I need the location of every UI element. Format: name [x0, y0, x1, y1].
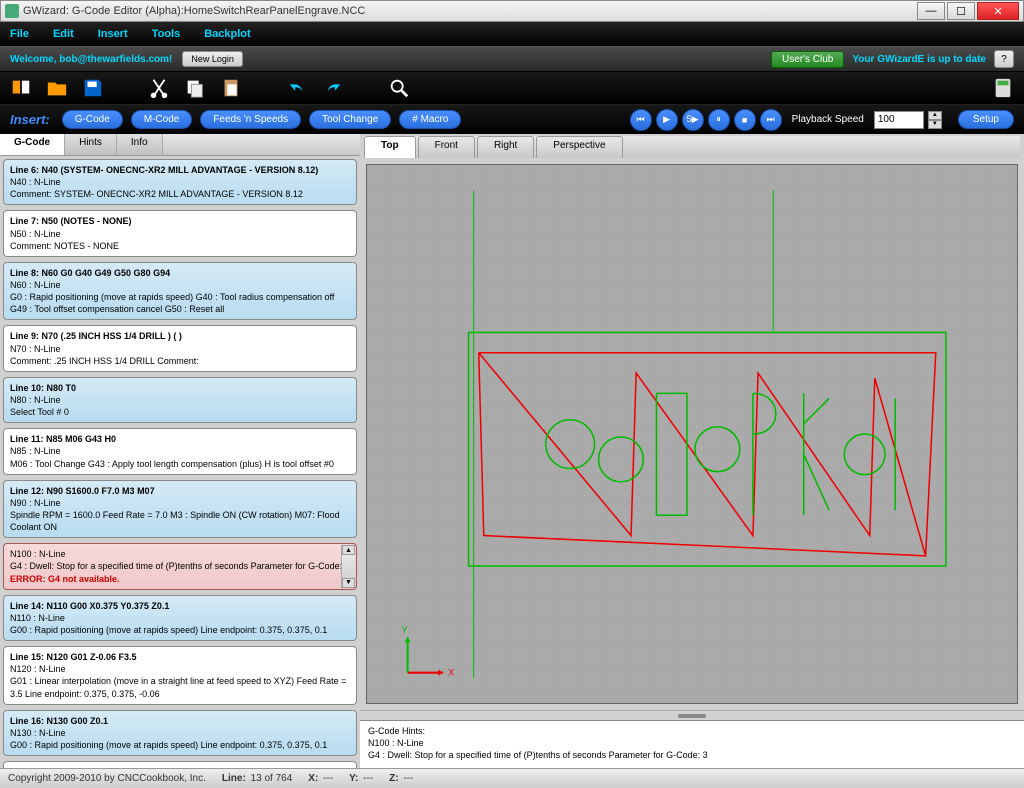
insert-mcode-button[interactable]: M-Code — [131, 110, 193, 129]
update-status: Your GWizardE is up to date — [852, 54, 986, 65]
code-line[interactable]: Line 14: N110 G00 X0.375 Y0.375 Z0.1N110… — [3, 595, 357, 641]
left-panel: G-Code Hints Info Line 6: N40 (SYSTEM- O… — [0, 134, 360, 768]
app-icon — [5, 4, 19, 18]
svg-text:Y: Y — [402, 625, 408, 635]
hints-line1: N100 : N-Line — [368, 737, 1016, 749]
spinner-down-icon[interactable]: ▼ — [928, 120, 942, 129]
status-line-value: 13 of 764 — [251, 773, 293, 784]
insert-bar: Insert: G-Code M-Code Feeds 'n Speeds To… — [0, 104, 1024, 134]
status-z-value: --- — [403, 773, 413, 784]
svg-text:X: X — [448, 668, 454, 678]
book-icon[interactable] — [10, 77, 32, 99]
status-y-value: --- — [363, 773, 373, 784]
code-line[interactable]: Line 16: N130 G00 Z0.1N130 : N-LineG00 :… — [3, 710, 357, 756]
calculator-icon[interactable] — [992, 77, 1014, 99]
code-line[interactable]: Line 17: N140 Y3.625N140 : N-LineLine en… — [3, 761, 357, 768]
tab-front[interactable]: Front — [418, 136, 475, 158]
code-list[interactable]: Line 6: N40 (SYSTEM- ONECNC-XR2 MILL ADV… — [0, 156, 360, 768]
minimize-button[interactable]: — — [917, 2, 945, 20]
copy-icon[interactable] — [184, 77, 206, 99]
stop-button[interactable]: ■ — [734, 109, 756, 131]
pause-button[interactable]: ⏸ — [708, 109, 730, 131]
hints-line2: G4 : Dwell: Stop for a specified time of… — [368, 749, 1016, 761]
tab-top[interactable]: Top — [364, 136, 416, 158]
cut-icon[interactable] — [148, 77, 170, 99]
close-button[interactable]: ✕ — [977, 2, 1019, 20]
window-titlebar: GWizard: G-Code Editor (Alpha):HomeSwitc… — [0, 0, 1024, 22]
code-line[interactable]: Line 15: N120 G01 Z-0.06 F3.5N120 : N-Li… — [3, 646, 357, 705]
play-button[interactable]: ▶ — [656, 109, 678, 131]
code-line[interactable]: Line 8: N60 G0 G40 G49 G50 G80 G94N60 : … — [3, 262, 357, 321]
tab-right[interactable]: Right — [477, 136, 534, 158]
help-button[interactable]: ? — [994, 50, 1014, 68]
scroll-up-icon[interactable]: ▲ — [342, 545, 355, 555]
fastforward-button[interactable]: ⏭ — [760, 109, 782, 131]
menu-backplot[interactable]: Backplot — [204, 28, 250, 40]
hints-label: G-Code Hints: — [368, 725, 1016, 737]
scroll-down-icon[interactable]: ▼ — [342, 578, 355, 588]
hints-resize-handle[interactable] — [360, 710, 1024, 720]
undo-icon[interactable] — [286, 77, 308, 99]
playback-speed-input[interactable] — [874, 111, 924, 129]
insert-feeds-button[interactable]: Feeds 'n Speeds — [200, 110, 301, 129]
code-line[interactable]: Line 7: N50 (NOTES - NONE)N50 : N-LineCo… — [3, 210, 357, 256]
status-z-label: Z: — [389, 773, 398, 784]
save-icon[interactable] — [82, 77, 104, 99]
code-line[interactable]: Line 6: N40 (SYSTEM- ONECNC-XR2 MILL ADV… — [3, 159, 357, 205]
insert-gcode-button[interactable]: G-Code — [62, 110, 123, 129]
menu-file[interactable]: File — [10, 28, 29, 40]
right-panel: Top Front Right Perspective — [360, 134, 1024, 768]
rewind-button[interactable]: ⏮ — [630, 109, 652, 131]
step-button[interactable]: 5▶ — [682, 109, 704, 131]
tab-gcode[interactable]: G-Code — [0, 134, 65, 155]
code-line[interactable]: N100 : N-LineG4 : Dwell: Stop for a spec… — [3, 543, 357, 589]
tab-info[interactable]: Info — [117, 134, 163, 155]
spinner-up-icon[interactable]: ▲ — [928, 111, 942, 120]
status-x-label: X: — [308, 773, 318, 784]
menu-tools[interactable]: Tools — [152, 28, 181, 40]
playback-speed-label: Playback Speed — [792, 114, 864, 125]
setup-button[interactable]: Setup — [958, 110, 1014, 129]
copyright: Copyright 2009-2010 by CNCCookbook, Inc. — [8, 773, 206, 784]
tab-perspective[interactable]: Perspective — [536, 136, 622, 158]
window-title: GWizard: G-Code Editor (Alpha):HomeSwitc… — [23, 5, 365, 17]
toolbar — [0, 72, 1024, 104]
code-line[interactable]: Line 12: N90 S1600.0 F7.0 M3 M07N90 : N-… — [3, 480, 357, 539]
backplot-viewport[interactable]: X Y — [366, 164, 1018, 704]
insert-macro-button[interactable]: # Macro — [399, 110, 461, 129]
maximize-button[interactable]: ☐ — [947, 2, 975, 20]
status-line-label: Line: — [222, 773, 246, 784]
insert-toolchange-button[interactable]: Tool Change — [309, 110, 391, 129]
users-club-button[interactable]: User's Club — [771, 51, 844, 68]
redo-icon[interactable] — [322, 77, 344, 99]
new-login-button[interactable]: New Login — [182, 51, 243, 67]
insert-label: Insert: — [10, 112, 50, 127]
toolpath-svg: X Y — [367, 165, 1017, 703]
status-x-value: --- — [323, 773, 333, 784]
search-icon[interactable] — [388, 77, 410, 99]
hints-panel: G-Code Hints: N100 : N-Line G4 : Dwell: … — [360, 720, 1024, 768]
code-line[interactable]: Line 10: N80 T0N80 : N-LineSelect Tool #… — [3, 377, 357, 423]
status-y-label: Y: — [349, 773, 358, 784]
paste-icon[interactable] — [220, 77, 242, 99]
code-line[interactable]: Line 9: N70 (.25 INCH HSS 1/4 DRILL ) ( … — [3, 325, 357, 371]
statusbar: Copyright 2009-2010 by CNCCookbook, Inc.… — [0, 768, 1024, 788]
code-line[interactable]: Line 11: N85 M06 G43 H0N85 : N-LineM06 :… — [3, 428, 357, 474]
menu-edit[interactable]: Edit — [53, 28, 74, 40]
welcome-text: Welcome, bob@thewarfields.com! — [10, 54, 172, 65]
playback-speed-spinner[interactable]: ▲ ▼ — [928, 111, 942, 129]
tab-hints[interactable]: Hints — [65, 134, 117, 155]
folder-icon[interactable] — [46, 77, 68, 99]
menu-insert[interactable]: Insert — [98, 28, 128, 40]
welcome-bar: Welcome, bob@thewarfields.com! New Login… — [0, 46, 1024, 72]
menubar: File Edit Insert Tools Backplot — [0, 22, 1024, 46]
